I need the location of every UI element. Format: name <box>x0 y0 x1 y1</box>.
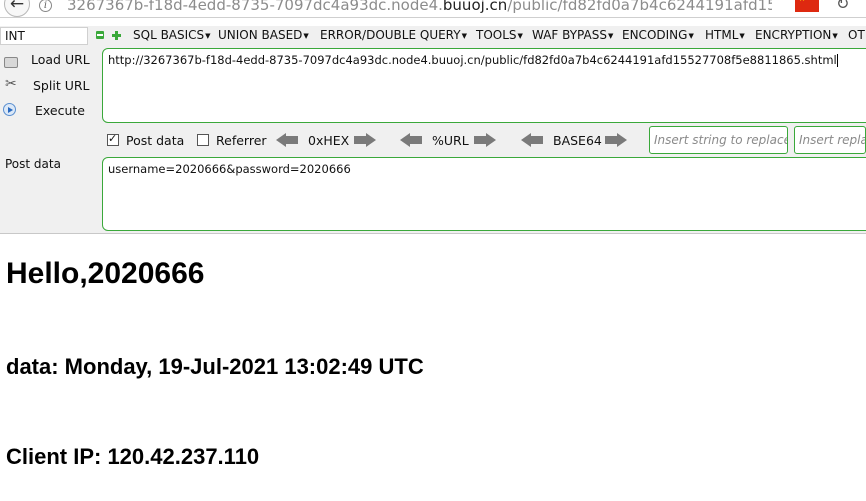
url-textarea-value: http://3267367b-f18d-4edd-8735-7097dc4a9… <box>108 53 838 67</box>
post-data-checkbox[interactable] <box>107 132 119 146</box>
menu-label: ERROR/DOUBLE QUERY <box>320 28 461 42</box>
plus-icon[interactable] <box>112 31 121 40</box>
menu-union-based[interactable]: UNION BASED▼ <box>218 28 309 42</box>
base64-label: BASE64 <box>553 133 602 148</box>
url-encode-label: %URL <box>432 133 469 148</box>
caret-down-icon: ▼ <box>607 31 614 40</box>
menu-html[interactable]: HTML▼ <box>705 28 745 42</box>
menu-other[interactable]: OT <box>848 28 865 42</box>
url-bar-text[interactable]: 3267367b-f18d-4edd-8735-7097dc4a93dc.nod… <box>67 0 772 14</box>
reload-icon[interactable]: ↻ <box>836 0 849 13</box>
post-data-value: username=2020666&password=2020666 <box>108 162 351 176</box>
client-ip-heading: Client IP: 120.42.237.110 <box>6 444 260 469</box>
hex-label: 0xHEX <box>308 133 350 148</box>
menu-label: OT <box>848 28 865 42</box>
menu-tools[interactable]: TOOLS▼ <box>476 28 523 42</box>
hello-heading: Hello,2020666 <box>6 257 205 290</box>
china-flag-icon: ★ <box>795 0 819 12</box>
minus-icon[interactable] <box>96 31 104 39</box>
base64-encode-arrow-icon[interactable] <box>605 133 627 147</box>
url-decode-arrow-icon[interactable] <box>400 133 422 147</box>
hex-encode-arrow-icon[interactable] <box>354 133 376 147</box>
caret-down-icon: ▼ <box>739 31 745 40</box>
caret-down-icon: ▼ <box>517 31 523 40</box>
menu-error-double-query[interactable]: ERROR/DOUBLE QUERY▼ <box>320 28 467 42</box>
split-url-button[interactable]: Split URL <box>33 78 90 93</box>
caret-down-icon: ▼ <box>461 31 467 40</box>
execute-button[interactable]: Execute <box>35 103 85 118</box>
menu-label: WAF BYPASS <box>532 28 607 42</box>
caret-down-icon: ▼ <box>205 31 211 40</box>
caret-down-icon: ▼ <box>688 31 694 40</box>
menu-encoding[interactable]: ENCODING▼ <box>622 28 694 42</box>
caret-down-icon: ▼ <box>303 31 309 40</box>
hackbar-side-panel <box>0 46 100 233</box>
load-url-icon <box>4 57 18 68</box>
caret-down-icon: ▼ <box>832 31 838 40</box>
menu-label: HTML <box>705 28 739 42</box>
url-suffix: /public/fd82fd0a7b4c6244191afd15527708f5… <box>507 0 772 14</box>
menu-label: UNION BASED <box>218 28 303 42</box>
date-heading: data: Monday, 19-Jul-2021 13:02:49 UTC <box>6 354 424 379</box>
menu-waf-bypass[interactable]: WAF BYPASS▼ <box>532 28 613 42</box>
split-url-icon: ✂ <box>5 76 17 92</box>
url-prefix: 3267367b-f18d-4edd-8735-7097dc4a93dc.nod… <box>67 0 443 14</box>
text-caret <box>836 54 838 67</box>
type-select[interactable]: INT <box>0 27 88 45</box>
post-data-label: Post data <box>5 157 61 171</box>
url-domain: buuoj.cn <box>442 0 508 14</box>
hex-decode-arrow-icon[interactable] <box>276 133 298 147</box>
url-encode-arrow-icon[interactable] <box>474 133 496 147</box>
load-url-button[interactable]: Load URL <box>31 52 90 67</box>
menu-label: ENCRYPTION <box>755 28 832 42</box>
referrer-option-label: Referrer <box>216 133 267 148</box>
menu-label: SQL BASICS <box>133 28 205 42</box>
menu-label: ENCODING <box>622 28 688 42</box>
replace-with-input[interactable]: Insert replacing string <box>794 126 866 154</box>
divider <box>0 233 866 234</box>
menu-sql-basics[interactable]: SQL BASICS▼ <box>133 28 211 42</box>
menu-label: TOOLS <box>476 28 517 42</box>
menu-encryption[interactable]: ENCRYPTION▼ <box>755 28 838 42</box>
post-data-option-label: Post data <box>126 133 185 148</box>
execute-icon <box>3 103 16 116</box>
base64-decode-arrow-icon[interactable] <box>521 133 543 147</box>
referrer-checkbox[interactable] <box>197 134 209 146</box>
replace-find-input[interactable]: Insert string to replace <box>649 126 788 154</box>
